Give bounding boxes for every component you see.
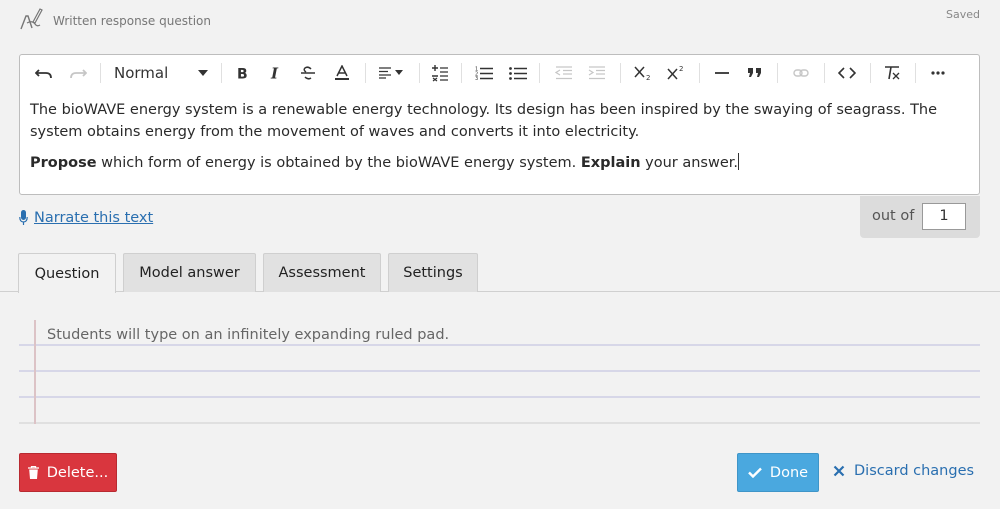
delete-button[interactable]: Delete... bbox=[19, 453, 117, 492]
horizontal-rule-icon[interactable] bbox=[712, 59, 732, 87]
prompt-text-1: which form of energy is obtained by the … bbox=[96, 155, 581, 171]
question-paragraph: The bioWAVE energy system is a renewable… bbox=[30, 102, 938, 140]
paragraph-format-select[interactable]: Normal bbox=[110, 59, 212, 87]
discard-changes-link[interactable]: Discard changes bbox=[833, 463, 974, 479]
format-label: Normal bbox=[114, 64, 169, 82]
done-label: Done bbox=[769, 464, 809, 481]
font-color-icon[interactable] bbox=[331, 59, 353, 87]
pad-line bbox=[19, 370, 980, 372]
svg-text:2: 2 bbox=[646, 74, 650, 81]
text-cursor bbox=[738, 153, 740, 170]
svg-text:B: B bbox=[237, 67, 248, 81]
pad-line bbox=[19, 344, 980, 346]
ruled-answer-pad: Students will type on an infinitely expa… bbox=[19, 320, 980, 424]
tab-model-answer[interactable]: Model answer bbox=[123, 253, 256, 292]
score-label: out of bbox=[872, 208, 915, 224]
checkmark-icon bbox=[748, 467, 762, 478]
subscript-icon[interactable]: 2 bbox=[632, 59, 654, 87]
prompt-bold-propose: Propose bbox=[30, 155, 97, 171]
outdent-icon[interactable] bbox=[553, 59, 575, 87]
close-icon bbox=[833, 465, 845, 477]
indent-icon[interactable] bbox=[586, 59, 608, 87]
narrate-label: Narrate this text bbox=[34, 210, 154, 226]
rich-text-editor[interactable]: Normal B I 123 2 2 The bioWAVE energy sy… bbox=[19, 54, 980, 195]
link-icon[interactable] bbox=[790, 59, 812, 87]
ordered-list-icon[interactable]: 123 bbox=[473, 59, 495, 87]
tab-settings[interactable]: Settings bbox=[388, 253, 478, 292]
question-type-title: Written response question bbox=[53, 14, 211, 28]
code-icon[interactable] bbox=[836, 59, 858, 87]
editor-content[interactable]: The bioWAVE energy system is a renewable… bbox=[30, 99, 970, 183]
pencil-edit-icon bbox=[20, 8, 43, 30]
pad-line bbox=[19, 396, 980, 398]
italic-icon[interactable]: I bbox=[265, 59, 285, 87]
discard-label: Discard changes bbox=[854, 463, 975, 479]
microphone-icon bbox=[19, 210, 28, 225]
question-prompt: Propose which form of energy is obtained… bbox=[30, 152, 970, 174]
narrate-link[interactable]: Narrate this text bbox=[19, 210, 153, 226]
max-score-input[interactable]: 1 bbox=[922, 203, 966, 230]
prompt-bold-explain: Explain bbox=[580, 155, 641, 171]
done-button[interactable]: Done bbox=[737, 453, 819, 492]
tab-question[interactable]: Question bbox=[18, 253, 116, 293]
blockquote-icon[interactable] bbox=[745, 59, 765, 87]
prompt-text-2: your answer. bbox=[640, 155, 739, 171]
svg-text:2: 2 bbox=[679, 65, 683, 73]
tab-assessment[interactable]: Assessment bbox=[263, 253, 381, 292]
formula-icon[interactable] bbox=[429, 59, 451, 87]
more-icon[interactable] bbox=[928, 59, 948, 87]
bold-icon[interactable]: B bbox=[232, 59, 252, 87]
editor-toolbar: Normal B I 123 2 2 bbox=[20, 55, 979, 91]
redo-icon[interactable] bbox=[66, 59, 90, 87]
strikethrough-icon[interactable] bbox=[298, 59, 318, 87]
trash-icon bbox=[27, 466, 39, 479]
chevron-down-icon bbox=[198, 70, 208, 76]
pad-placeholder: Students will type on an infinitely expa… bbox=[47, 327, 450, 343]
bullet-list-icon[interactable] bbox=[507, 59, 529, 87]
delete-label: Delete... bbox=[46, 464, 109, 481]
superscript-icon[interactable]: 2 bbox=[665, 59, 687, 87]
score-panel: out of 1 bbox=[860, 196, 980, 238]
undo-icon[interactable] bbox=[32, 59, 56, 87]
pad-line bbox=[19, 422, 980, 424]
clear-format-icon[interactable] bbox=[881, 59, 903, 87]
save-status: Saved bbox=[946, 8, 980, 21]
svg-text:I: I bbox=[270, 66, 279, 80]
svg-text:3: 3 bbox=[475, 76, 478, 80]
pad-margin-line bbox=[34, 320, 36, 424]
align-icon[interactable] bbox=[375, 59, 409, 87]
